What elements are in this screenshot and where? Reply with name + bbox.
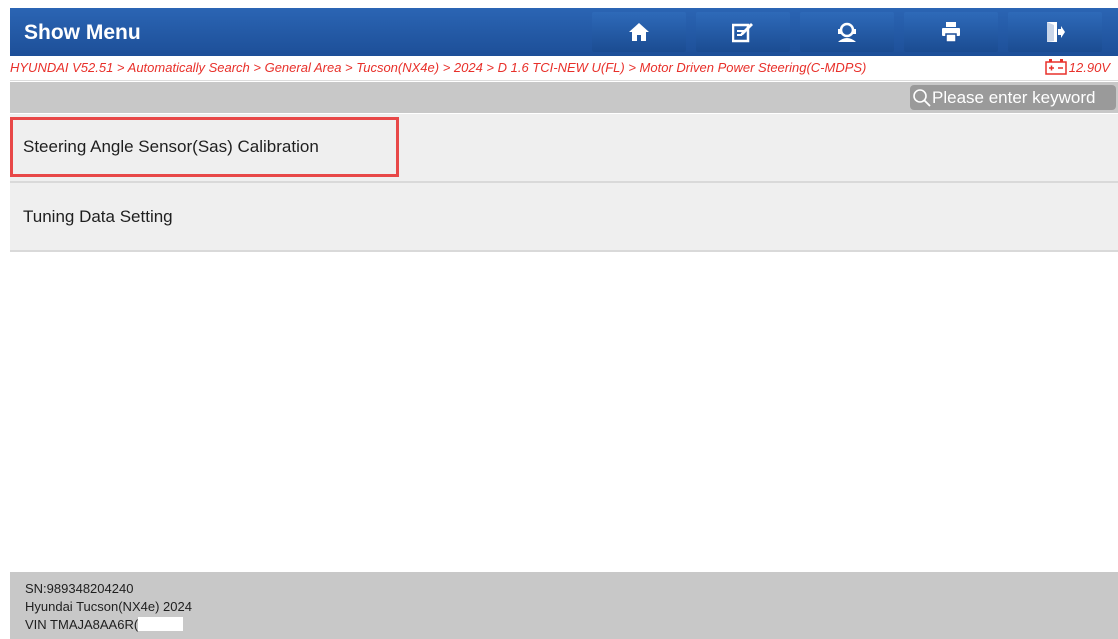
edit-button[interactable]: [696, 12, 790, 52]
list-item: Steering Angle Sensor(Sas) Calibration: [10, 114, 1118, 183]
search-icon: [913, 88, 931, 107]
top-toolbar: Show Menu: [10, 8, 1118, 56]
home-icon: [629, 23, 649, 41]
vehicle-info-footer: SN:989348204240 Hyundai Tucson(NX4e) 202…: [10, 572, 1118, 639]
vin-number: VIN TMAJA8AA6R(: [25, 617, 139, 632]
battery-voltage: 12.90V: [1045, 59, 1110, 75]
voltage-value: 12.90V: [1068, 59, 1110, 75]
page-title: Show Menu: [24, 21, 141, 44]
exit-button[interactable]: [1008, 12, 1102, 52]
menu-item-tuning-data-setting[interactable]: Tuning Data Setting: [10, 183, 1118, 252]
search-bar: [10, 82, 1118, 113]
function-menu: Steering Angle Sensor(Sas) Calibration T…: [10, 114, 1118, 252]
vehicle-model: Hyundai Tucson(NX4e) 2024: [25, 599, 192, 614]
vin-redaction: [138, 617, 184, 631]
breadcrumb: HYUNDAI V52.51 > Automatically Search > …: [10, 60, 867, 75]
vin-row: VIN TMAJA8AA6R(: [25, 616, 1118, 634]
edit-icon: [732, 23, 753, 43]
serial-number: SN:989348204240: [25, 581, 134, 596]
breadcrumb-bar: HYUNDAI V52.51 > Automatically Search > …: [10, 57, 1118, 81]
search-input[interactable]: [932, 87, 1112, 108]
search-box[interactable]: [910, 85, 1116, 110]
battery-icon: [1045, 59, 1067, 75]
home-button[interactable]: [592, 12, 686, 52]
print-button[interactable]: [904, 12, 998, 52]
support-agent-icon: [838, 22, 856, 42]
menu-item-sas-calibration[interactable]: Steering Angle Sensor(Sas) Calibration: [10, 117, 399, 177]
printer-icon: [942, 22, 960, 43]
exit-icon: [1047, 22, 1065, 42]
support-button[interactable]: [800, 12, 894, 52]
